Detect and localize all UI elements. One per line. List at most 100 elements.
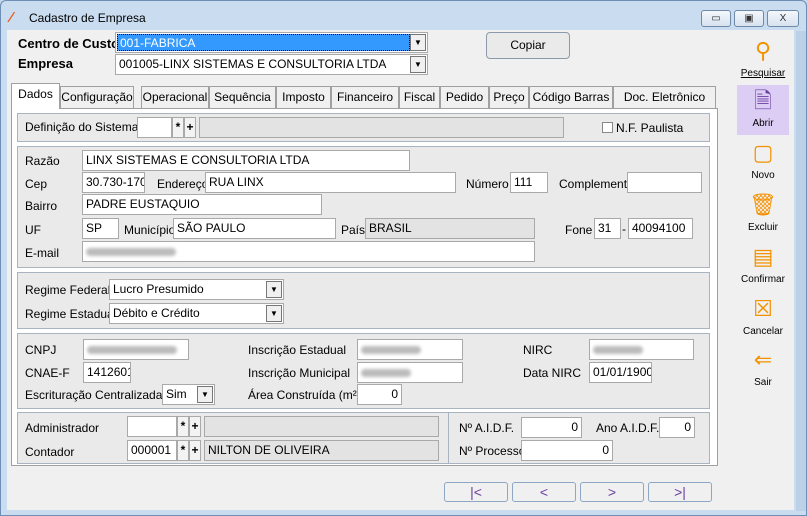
razao-input[interactable]: LINX SISTEMAS E CONSULTORIA LTDA bbox=[82, 150, 410, 171]
cnpj-input[interactable] bbox=[83, 339, 189, 360]
area-label: Área Construída (m²) bbox=[248, 388, 361, 402]
window-title: Cadastro de Empresa bbox=[29, 11, 146, 25]
razao-label: Razão bbox=[25, 154, 60, 168]
centro-select[interactable]: 001-FABRICA ▼ bbox=[115, 32, 428, 53]
email-label: E-mail bbox=[25, 246, 60, 260]
ano-aidf-label: Ano A.I.D.F. bbox=[596, 421, 660, 435]
cep-input[interactable]: 30.730-170 bbox=[82, 172, 145, 193]
fone-dash: - bbox=[622, 222, 626, 236]
cep-label: Cep bbox=[25, 177, 48, 191]
administrador-name-field bbox=[204, 416, 439, 437]
cnpj-label: CNPJ bbox=[25, 343, 57, 357]
centro-label: Centro de Custo bbox=[18, 36, 120, 51]
escrituracao-select[interactable]: Sim ▼ bbox=[162, 384, 215, 405]
nirc-label: NIRC bbox=[523, 343, 553, 357]
copiar-button[interactable]: Copiar bbox=[486, 32, 570, 59]
scrollbar[interactable] bbox=[796, 31, 806, 511]
search-button[interactable]: * bbox=[177, 416, 189, 437]
tab-3[interactable]: Sequência bbox=[209, 86, 276, 108]
numero-input[interactable]: 111 bbox=[510, 172, 548, 193]
tab-7[interactable]: Pedido bbox=[440, 86, 489, 108]
escrituracao-label: Escrituração Centralizada bbox=[25, 388, 163, 402]
contador-name-field: NILTON DE OLIVEIRA bbox=[204, 440, 439, 461]
chevron-down-icon[interactable]: ▼ bbox=[266, 305, 282, 322]
novo-button[interactable]: ▢ Novo bbox=[737, 140, 789, 181]
contador-label: Contador bbox=[25, 445, 75, 459]
complemento-label: Complemento bbox=[559, 177, 634, 191]
sair-button[interactable]: ⇐ Sair bbox=[737, 347, 789, 388]
search-icon: ⚲ bbox=[754, 38, 772, 63]
add-button[interactable]: + bbox=[189, 416, 201, 437]
sistema-code-input[interactable] bbox=[137, 117, 172, 138]
contador-code-input[interactable]: 000001 bbox=[127, 440, 177, 461]
ddd-input[interactable]: 31 bbox=[594, 218, 621, 239]
add-button[interactable]: + bbox=[189, 440, 201, 461]
ie-label: Inscrição Estadual bbox=[248, 343, 347, 357]
trash-icon: 🗑 bbox=[749, 192, 777, 217]
close-button[interactable]: X bbox=[767, 10, 799, 27]
endereco-input[interactable]: RUA LINX bbox=[205, 172, 456, 193]
confirmar-button[interactable]: ▤ Confirmar bbox=[737, 244, 789, 285]
tab-2[interactable]: Operacional bbox=[141, 86, 209, 108]
municipio-input[interactable]: SÃO PAULO bbox=[173, 218, 336, 239]
ano-aidf-input[interactable]: 0 bbox=[659, 417, 695, 438]
tab-8[interactable]: Preço bbox=[489, 86, 529, 108]
administrador-label: Administrador bbox=[25, 421, 100, 435]
tab-9[interactable]: Código Barras bbox=[529, 86, 613, 108]
chevron-down-icon[interactable]: ▼ bbox=[197, 386, 213, 403]
tab-4[interactable]: Imposto bbox=[276, 86, 331, 108]
tab-5[interactable]: Financeiro bbox=[331, 86, 399, 108]
tab-6[interactable]: Fiscal bbox=[399, 86, 440, 108]
minimize-button[interactable]: ▭ bbox=[701, 10, 731, 27]
processo-input[interactable]: 0 bbox=[521, 440, 613, 461]
bairro-input[interactable]: PADRE EUSTAQUIO bbox=[82, 194, 322, 215]
chevron-down-icon[interactable]: ▼ bbox=[410, 34, 426, 51]
regime-federal-select[interactable]: Lucro Presumido ▼ bbox=[109, 279, 284, 300]
sistema-name-field bbox=[199, 117, 564, 138]
pais-field: BRASIL bbox=[365, 218, 535, 239]
data-nirc-input[interactable]: 01/01/1900 bbox=[589, 362, 652, 383]
complemento-input[interactable] bbox=[627, 172, 702, 193]
search-button[interactable]: * bbox=[177, 440, 189, 461]
excluir-button[interactable]: 🗑 Excluir bbox=[737, 192, 789, 233]
email-input[interactable] bbox=[82, 241, 535, 262]
cnae-input[interactable]: 1412601 bbox=[83, 362, 131, 383]
open-document-icon: 🗎 bbox=[754, 88, 772, 113]
last-record-button[interactable]: >| bbox=[648, 482, 712, 502]
restore-button[interactable]: ▣ bbox=[734, 10, 764, 27]
administrador-code-input[interactable] bbox=[127, 416, 177, 437]
nf-paulista-checkbox[interactable] bbox=[602, 122, 613, 133]
previous-record-button[interactable]: < bbox=[512, 482, 576, 502]
tab-1[interactable]: Configuração bbox=[60, 86, 134, 108]
cancelar-button[interactable]: ☒ Cancelar bbox=[737, 296, 789, 337]
numero-label: Número bbox=[466, 177, 509, 191]
empresa-select[interactable]: 001005-LINX SISTEMAS E CONSULTORIA LTDA ▼ bbox=[115, 54, 428, 75]
add-button[interactable]: + bbox=[184, 117, 196, 138]
pais-label: País bbox=[341, 223, 366, 237]
im-input[interactable] bbox=[357, 362, 463, 383]
aidf-input[interactable]: 0 bbox=[521, 417, 582, 438]
cnae-label: CNAE-F bbox=[25, 366, 70, 380]
nirc-input[interactable] bbox=[589, 339, 694, 360]
ie-input[interactable] bbox=[357, 339, 463, 360]
search-button[interactable]: * bbox=[172, 117, 184, 138]
tab-10[interactable]: Doc. Eletrônico bbox=[613, 86, 716, 108]
save-icon: ▤ bbox=[752, 244, 774, 269]
chevron-down-icon[interactable]: ▼ bbox=[266, 281, 282, 298]
next-record-button[interactable]: > bbox=[580, 482, 644, 502]
area-input[interactable]: 0 bbox=[357, 384, 402, 405]
abrir-button[interactable]: 🗎 Abrir bbox=[737, 85, 789, 135]
aidf-label: Nº A.I.D.F. bbox=[459, 421, 515, 435]
municipio-label: Município bbox=[124, 223, 176, 237]
uf-input[interactable]: SP bbox=[82, 218, 119, 239]
pesquisar-button[interactable]: ⚲ Pesquisar bbox=[737, 38, 789, 79]
processo-label: Nº Processo bbox=[459, 444, 526, 458]
chevron-down-icon[interactable]: ▼ bbox=[410, 56, 426, 73]
bairro-label: Bairro bbox=[25, 199, 58, 213]
tab-0[interactable]: Dados bbox=[11, 83, 60, 109]
first-record-button[interactable]: |< bbox=[444, 482, 508, 502]
regime-estadual-select[interactable]: Débito e Crédito ▼ bbox=[109, 303, 284, 324]
empresa-label: Empresa bbox=[18, 56, 73, 71]
fone-input[interactable]: 40094100 bbox=[628, 218, 693, 239]
uf-label: UF bbox=[25, 223, 41, 237]
